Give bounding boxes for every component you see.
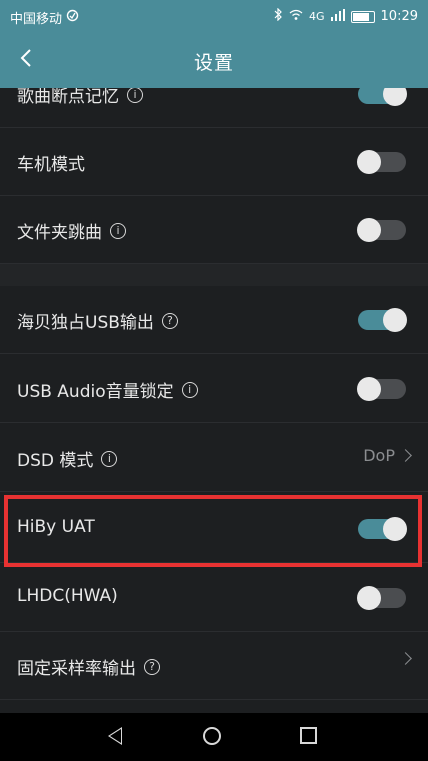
info-icon[interactable]: i — [181, 381, 198, 398]
folder-skip-toggle[interactable] — [357, 218, 406, 242]
setting-row-dsd-mode[interactable]: DSD 模式 i DoP — [0, 424, 428, 492]
system-nav-bar — [0, 713, 428, 761]
setting-label: 车机模式 — [17, 155, 85, 175]
nav-home-icon[interactable] — [203, 727, 221, 745]
bluetooth-icon — [273, 7, 283, 25]
setting-label: USB Audio音量锁定 — [17, 382, 174, 402]
toggle-knob — [383, 308, 407, 332]
setting-row-resume-playback[interactable]: 歌曲断点记忆 i — [0, 88, 428, 128]
toggle-knob — [357, 377, 381, 401]
toggle-knob — [357, 218, 381, 242]
battery-icon — [350, 10, 375, 23]
hiby-exclusive-usb-toggle[interactable] — [358, 308, 407, 332]
setting-label: DSD 模式 — [17, 451, 94, 471]
hiby-uat-toggle[interactable] — [358, 517, 407, 541]
info-icon[interactable]: i — [127, 88, 143, 103]
settings-list[interactable]: 歌曲断点记忆 i 车机模式 文件夹跳曲 i 海贝独占USB输出 ? USB Au… — [0, 88, 428, 713]
clock: 10:29 — [380, 9, 418, 24]
status-bar: 中国移动 4G 10:29 — [0, 0, 428, 32]
toggle-knob — [383, 517, 407, 541]
sync-icon — [66, 9, 79, 26]
app-bar: 设置 — [0, 32, 428, 88]
setting-row-folder-skip[interactable]: 文件夹跳曲 i — [0, 196, 428, 264]
car-mode-toggle[interactable] — [357, 150, 406, 174]
page-title: 设置 — [193, 52, 234, 74]
nav-recents-icon[interactable] — [300, 727, 317, 744]
setting-label: 固定采样率输出 — [17, 659, 136, 679]
setting-label: 歌曲断点记忆 — [17, 88, 119, 107]
setting-label: HiBy UAT — [17, 517, 95, 537]
toggle-knob — [357, 586, 381, 610]
setting-label: 海贝独占USB输出 — [17, 313, 154, 333]
lhdc-toggle[interactable] — [357, 586, 406, 610]
setting-row-car-mode[interactable]: 车机模式 — [0, 128, 428, 196]
toggle-knob — [383, 88, 407, 106]
help-icon[interactable]: ? — [144, 658, 160, 675]
usb-audio-volume-lock-toggle[interactable] — [357, 377, 406, 401]
setting-row-fixed-sample-rate[interactable]: 固定采样率输出 ? — [0, 632, 428, 700]
setting-row-lhdc[interactable]: LHDC(HWA) — [0, 564, 428, 632]
network-type-label: 4G — [309, 10, 325, 23]
section-divider — [0, 264, 428, 286]
dsd-mode-value: DoP — [363, 446, 395, 465]
setting-row-hiby-exclusive-usb[interactable]: 海贝独占USB输出 ? — [0, 286, 428, 354]
carrier-label: 中国移动 — [10, 12, 63, 27]
setting-label: 文件夹跳曲 — [17, 223, 102, 243]
toggle-knob — [357, 150, 381, 174]
wifi-icon — [289, 9, 303, 25]
resume-playback-toggle[interactable] — [358, 88, 407, 106]
setting-row-usb-audio-volume-lock[interactable]: USB Audio音量锁定 i — [0, 355, 428, 423]
setting-row-hiby-uat[interactable]: HiBy UAT — [0, 495, 428, 563]
chevron-right-icon — [399, 449, 412, 462]
info-icon[interactable]: i — [101, 450, 118, 467]
help-icon[interactable]: ? — [161, 312, 178, 329]
info-icon[interactable]: i — [110, 222, 126, 239]
signal-icon — [330, 8, 345, 25]
setting-label: LHDC(HWA) — [17, 586, 118, 606]
chevron-right-icon — [399, 652, 412, 665]
